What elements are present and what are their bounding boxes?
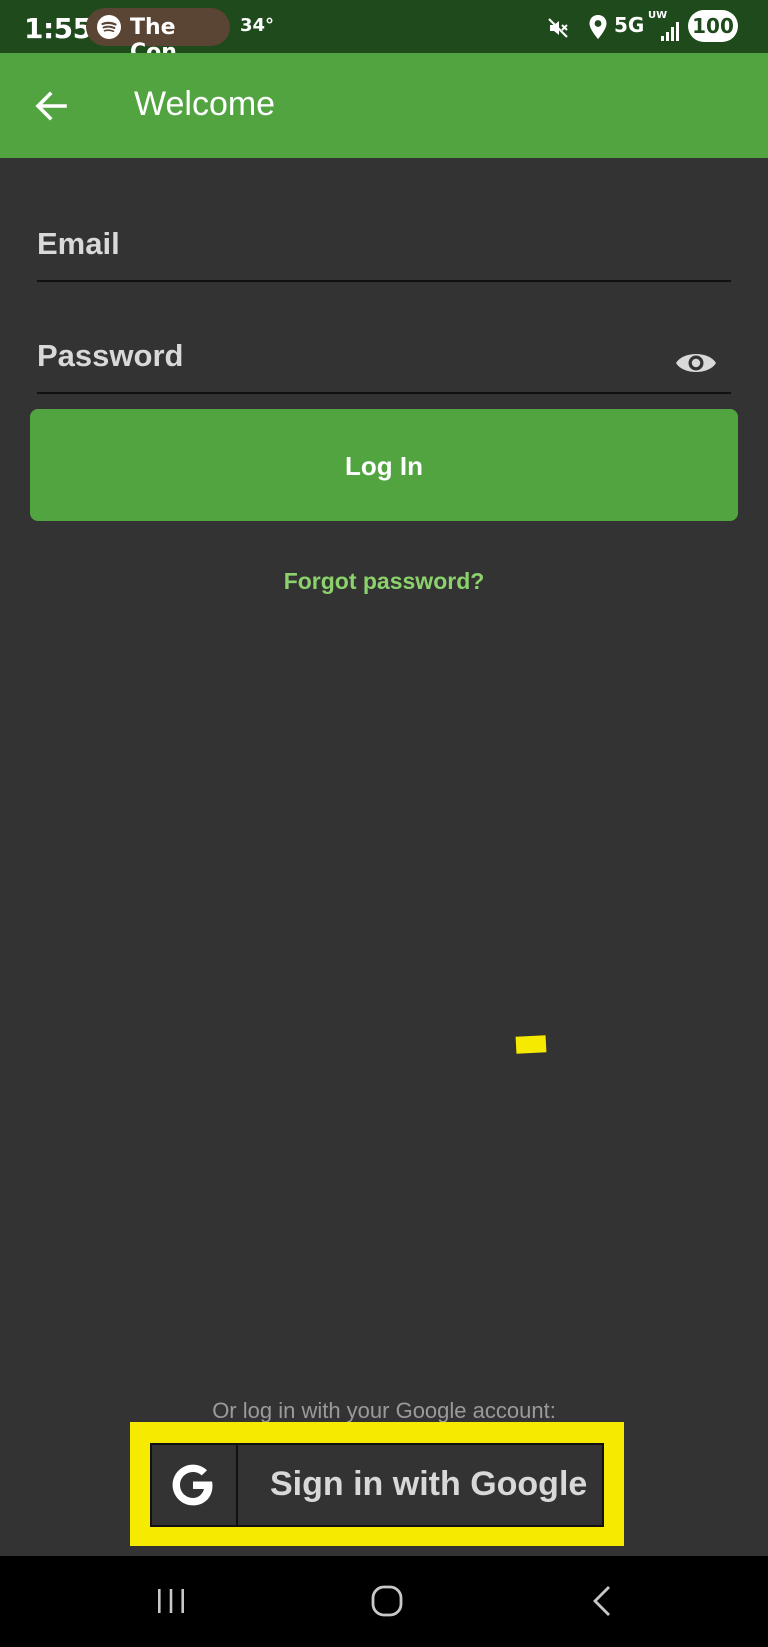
google-prompt: Or log in with your Google account: [212,1398,556,1423]
location-icon [589,15,607,39]
home-icon[interactable] [370,1584,404,1618]
back-nav-icon[interactable] [590,1584,614,1618]
mute-icon [548,18,568,38]
recent-apps-icon[interactable] [156,1586,186,1616]
status-time: 1:55 [24,12,92,45]
battery-indicator: 100 [688,10,738,42]
media-chip[interactable]: The Con [86,8,230,65]
email-field-container [37,222,731,282]
google-icon [172,1464,213,1506]
network-label: 5G [614,13,645,37]
google-button-label: Sign in with Google [270,1465,588,1503]
signal-icon [661,22,679,41]
highlight-mark [515,1035,547,1054]
google-sign-in-button[interactable]: Sign in with Google [150,1443,604,1527]
spotify-icon [97,15,121,39]
eye-icon[interactable] [675,348,717,378]
status-bar: 1:55 The Con 34° 5G UW 100 [0,0,768,65]
navigation-bar [0,1556,768,1647]
app-bar: Welcome [0,53,768,158]
arrow-left-icon[interactable] [34,89,68,123]
password-field[interactable] [37,334,731,378]
email-field[interactable] [37,222,731,266]
forgot-password-link[interactable]: Forgot password? [0,568,768,595]
login-button[interactable]: Log In [30,409,738,521]
temperature: 34° [240,15,275,36]
page-title: Welcome [134,85,276,123]
password-field-container [37,334,731,394]
google-icon-cell [152,1445,238,1525]
status-icons: 5G UW 100 [508,0,768,53]
